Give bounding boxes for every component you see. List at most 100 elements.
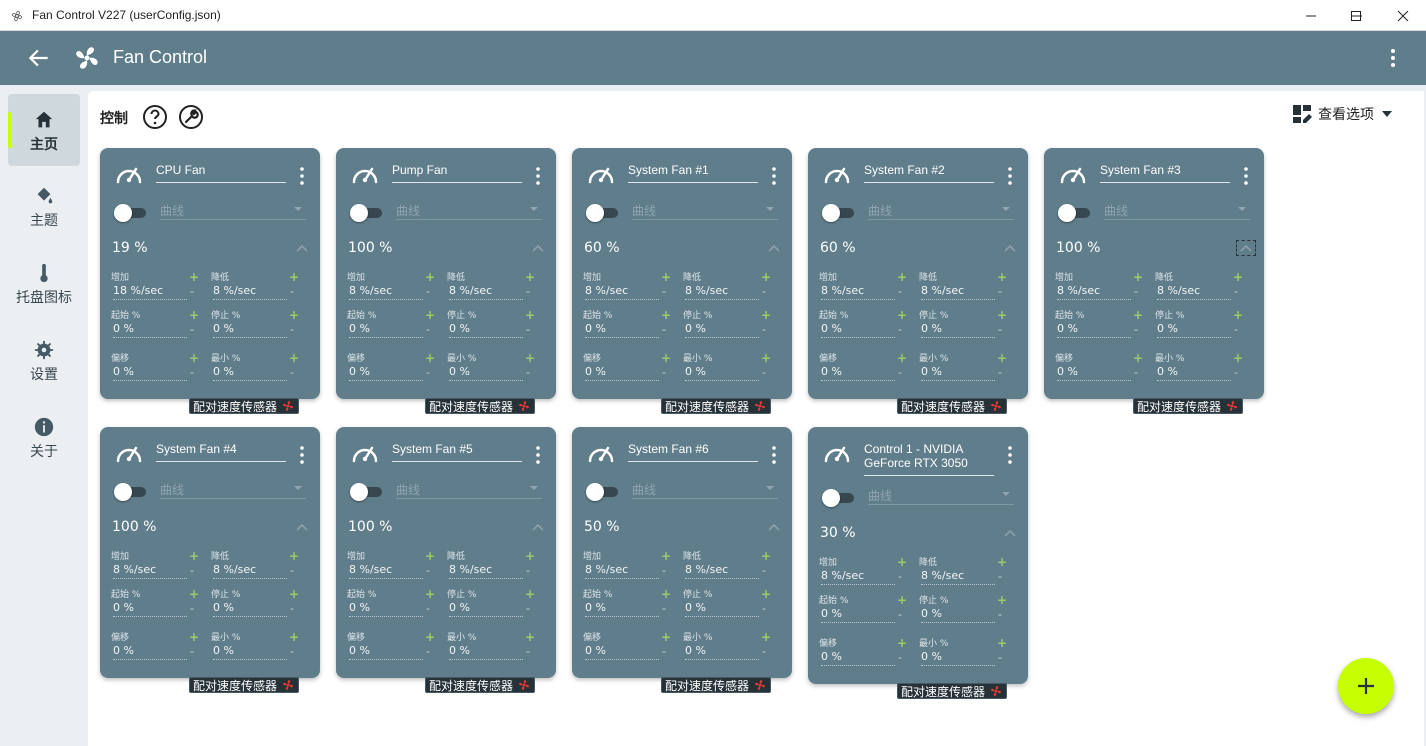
step-down-decrement[interactable]: - [762,565,766,576]
fan-name-input[interactable]: System Fan #2 [864,163,994,183]
offset-increment[interactable]: + [897,352,907,364]
minimum-increment[interactable]: + [289,352,299,364]
stop-value[interactable]: 0 % [449,322,523,338]
offset-increment[interactable]: + [425,352,435,364]
minimum-increment[interactable]: + [761,352,771,364]
start-value[interactable]: 0 % [349,601,423,617]
collapse-chevron-icon[interactable] [532,523,544,531]
step-up-increment[interactable]: + [897,556,907,568]
card-more-vert-icon[interactable] [1004,166,1016,186]
start-decrement[interactable]: - [662,324,666,335]
collapse-chevron-icon[interactable] [1004,529,1016,537]
stop-value[interactable]: 0 % [213,322,287,338]
minimum-decrement[interactable]: - [290,646,294,657]
step-up-decrement[interactable]: - [426,565,430,576]
pair-sensor-button[interactable]: 配对速度传感器 [189,677,300,693]
step-down-decrement[interactable]: - [1234,286,1238,297]
step-down-increment[interactable]: + [761,271,771,283]
sidebar-item-theme[interactable]: 主题 [8,170,80,242]
stop-value[interactable]: 0 % [1157,322,1231,338]
curve-select[interactable]: 曲线 [868,200,1014,220]
step-up-decrement[interactable]: - [898,571,902,582]
view-options-dropdown[interactable]: 查看选项 [1292,102,1394,126]
stop-increment[interactable]: + [761,309,771,321]
collapse-chevron-icon[interactable] [1236,240,1256,256]
curve-select[interactable]: 曲线 [396,200,542,220]
pair-sensor-button[interactable]: 配对速度传感器 [897,683,1008,699]
step-up-decrement[interactable]: - [898,286,902,297]
minimum-value[interactable]: 0 % [449,365,523,381]
offset-value[interactable]: 0 % [349,365,423,381]
step-up-increment[interactable]: + [425,550,435,562]
offset-value[interactable]: 0 % [821,365,895,381]
sidebar-item-home[interactable]: 主页 [8,94,80,166]
stop-decrement[interactable]: - [998,324,1002,335]
pair-sensor-button[interactable]: 配对速度传感器 [897,398,1008,414]
offset-increment[interactable]: + [189,352,199,364]
step-down-value[interactable]: 8 %/sec [921,569,995,585]
step-up-increment[interactable]: + [425,271,435,283]
step-down-increment[interactable]: + [525,271,535,283]
start-increment[interactable]: + [897,594,907,606]
fan-name-input[interactable]: System Fan #1 [628,163,758,183]
minimum-decrement[interactable]: - [998,367,1002,378]
minimum-increment[interactable]: + [525,352,535,364]
curve-select[interactable]: 曲线 [160,479,306,499]
offset-increment[interactable]: + [1133,352,1143,364]
step-down-value[interactable]: 8 %/sec [921,284,995,300]
step-up-increment[interactable]: + [661,271,671,283]
step-down-decrement[interactable]: - [290,286,294,297]
start-decrement[interactable]: - [898,324,902,335]
step-up-decrement[interactable]: - [1134,286,1138,297]
minimum-decrement[interactable]: - [762,646,766,657]
stop-increment[interactable]: + [997,594,1007,606]
step-up-value[interactable]: 8 %/sec [821,284,895,300]
step-up-value[interactable]: 8 %/sec [1057,284,1131,300]
enable-toggle[interactable] [114,204,146,222]
enable-toggle[interactable] [350,204,382,222]
offset-decrement[interactable]: - [190,367,194,378]
step-up-value[interactable]: 8 %/sec [585,563,659,579]
curve-select[interactable]: 曲线 [160,200,306,220]
start-increment[interactable]: + [897,309,907,321]
minimum-decrement[interactable]: - [762,367,766,378]
fan-name-input[interactable]: System Fan #5 [392,442,522,462]
stop-value[interactable]: 0 % [449,601,523,617]
card-more-vert-icon[interactable] [296,445,308,465]
offset-decrement[interactable]: - [662,367,666,378]
start-increment[interactable]: + [425,588,435,600]
add-control-button[interactable] [1338,658,1394,714]
fan-name-input[interactable]: Pump Fan [392,163,522,183]
fan-name-input[interactable]: CPU Fan [156,163,286,183]
step-up-value[interactable]: 8 %/sec [585,284,659,300]
pair-sensor-button[interactable]: 配对速度传感器 [661,398,772,414]
fan-name-input[interactable]: Control 1 - NVIDIA GeForce RTX 3050 [864,442,994,476]
minimum-value[interactable]: 0 % [685,644,759,660]
start-increment[interactable]: + [189,309,199,321]
offset-increment[interactable]: + [661,631,671,643]
step-up-decrement[interactable]: - [190,565,194,576]
stop-increment[interactable]: + [525,309,535,321]
minimum-increment[interactable]: + [1233,352,1243,364]
stop-decrement[interactable]: - [290,324,294,335]
stop-value[interactable]: 0 % [921,607,995,623]
fan-name-input[interactable]: System Fan #6 [628,442,758,462]
start-increment[interactable]: + [425,309,435,321]
offset-value[interactable]: 0 % [585,644,659,660]
pair-sensor-button[interactable]: 配对速度传感器 [425,398,536,414]
collapse-chevron-icon[interactable] [768,523,780,531]
offset-increment[interactable]: + [897,637,907,649]
start-increment[interactable]: + [1133,309,1143,321]
step-down-decrement[interactable]: - [290,565,294,576]
offset-increment[interactable]: + [189,631,199,643]
start-value[interactable]: 0 % [349,322,423,338]
stop-decrement[interactable]: - [526,324,530,335]
step-down-decrement[interactable]: - [762,286,766,297]
start-value[interactable]: 0 % [821,607,895,623]
minimum-value[interactable]: 0 % [685,365,759,381]
sidebar-item-about[interactable]: 关于 [8,401,80,473]
stop-decrement[interactable]: - [762,603,766,614]
arrow-left-icon[interactable] [26,45,52,71]
step-up-decrement[interactable]: - [190,286,194,297]
offset-decrement[interactable]: - [190,646,194,657]
